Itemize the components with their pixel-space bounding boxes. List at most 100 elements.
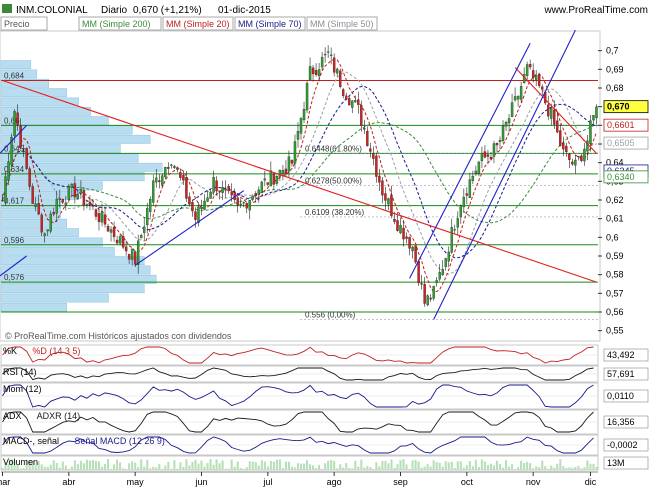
volume-bar xyxy=(170,468,173,470)
candle-body xyxy=(118,236,122,244)
candle-body xyxy=(7,161,10,181)
volume-bar xyxy=(254,462,257,470)
candle-body xyxy=(547,104,550,117)
candle-body xyxy=(528,64,532,68)
volume-bar xyxy=(348,467,351,470)
candle-body xyxy=(480,153,484,162)
candle-body xyxy=(589,120,592,145)
candle-body xyxy=(498,140,502,142)
volume-bar xyxy=(595,466,598,470)
volume-bar xyxy=(453,467,456,470)
volume-bar xyxy=(73,460,76,470)
candle-body xyxy=(411,246,414,252)
candle-body xyxy=(299,118,303,134)
indicator-title: Volumen xyxy=(3,457,38,467)
x-axis-label: oct xyxy=(461,477,474,487)
volume-bar xyxy=(583,467,586,470)
volume-bar xyxy=(158,463,161,470)
candle-body xyxy=(534,74,538,80)
candle-body xyxy=(139,235,143,239)
x-axis-label: ago xyxy=(327,477,342,487)
candle-body xyxy=(109,229,113,233)
volume-bar xyxy=(85,459,88,470)
volume-bar xyxy=(372,468,375,470)
volume-bar xyxy=(97,461,101,470)
footer-note: © ProRealTime.com Históricos ajustados c… xyxy=(5,331,232,341)
candle-body xyxy=(525,64,529,76)
candle-body xyxy=(263,178,267,181)
candle-body xyxy=(381,180,384,196)
volume-bar xyxy=(474,459,477,470)
volume-bar xyxy=(182,466,185,470)
candle-body xyxy=(215,180,218,192)
candle-body xyxy=(565,145,568,153)
candle-body xyxy=(471,175,475,181)
candle-body xyxy=(85,204,89,206)
candle-body xyxy=(82,190,86,206)
volume-profile-bar xyxy=(0,162,163,172)
candle-body xyxy=(293,141,297,164)
candle-body xyxy=(13,111,16,137)
volume-bar xyxy=(49,464,52,470)
indicator-title: MACD-, señal xyxy=(3,436,59,446)
candle-body xyxy=(414,245,417,263)
volume-bar xyxy=(411,460,414,470)
candle-body xyxy=(378,175,381,183)
candle-body xyxy=(49,213,52,232)
volume-bar xyxy=(535,466,538,470)
candle-body xyxy=(28,168,31,187)
candle-body xyxy=(345,95,348,100)
volume-bar xyxy=(556,463,559,470)
volume-bar xyxy=(269,460,272,470)
volume-bar xyxy=(173,460,176,470)
legend-ma70: MM (Simple 70) xyxy=(238,19,302,29)
volume-bar xyxy=(70,466,73,470)
volume-bar xyxy=(149,468,152,470)
volume-bar xyxy=(22,467,25,470)
volume-bar xyxy=(230,459,233,470)
candle-body xyxy=(91,205,95,207)
volume-bar xyxy=(405,464,408,470)
candle-body xyxy=(447,251,450,262)
y-axis-label: 0,59 xyxy=(606,251,624,261)
horizontal-level-label: 0,576 xyxy=(4,273,25,282)
volume-bar xyxy=(164,465,167,470)
fib-level-label: 0.6448(61.80%) xyxy=(305,145,362,154)
volume-bar xyxy=(580,468,583,470)
volume-bar xyxy=(529,463,532,470)
y-axis-label: 0,55 xyxy=(606,326,624,336)
volume-bar xyxy=(486,464,490,470)
volume-profile-bar xyxy=(0,60,32,70)
candle-body xyxy=(22,148,25,150)
candle-body xyxy=(224,189,227,191)
volume-bar xyxy=(501,467,505,470)
candle-body xyxy=(314,70,318,75)
volume-bar xyxy=(206,463,209,470)
candle-body xyxy=(257,189,261,196)
candle-body xyxy=(79,189,83,194)
volume-bar xyxy=(495,460,499,470)
candle-body xyxy=(399,225,402,234)
volume-bar xyxy=(278,459,281,470)
volume-bar xyxy=(589,463,592,470)
volume-bar xyxy=(387,463,390,470)
volume-bar xyxy=(471,466,474,470)
volume-bar xyxy=(143,466,146,470)
volume-bar xyxy=(185,459,188,470)
indicator-value: -0,0002 xyxy=(607,440,638,450)
volume-bar xyxy=(351,468,354,470)
volume-bar xyxy=(52,460,55,470)
volume-bar xyxy=(67,468,70,470)
candle-body xyxy=(366,130,369,147)
candle-body xyxy=(441,269,444,276)
candle-body xyxy=(203,200,206,210)
candle-body xyxy=(417,261,420,284)
candle-body xyxy=(326,51,330,53)
volume-bar xyxy=(55,462,58,470)
volume-bar xyxy=(242,468,245,470)
volume-bar xyxy=(109,468,113,470)
candle-body xyxy=(251,196,254,200)
candle-body xyxy=(245,203,248,209)
candle-body xyxy=(149,199,152,212)
candle-body xyxy=(281,170,285,174)
